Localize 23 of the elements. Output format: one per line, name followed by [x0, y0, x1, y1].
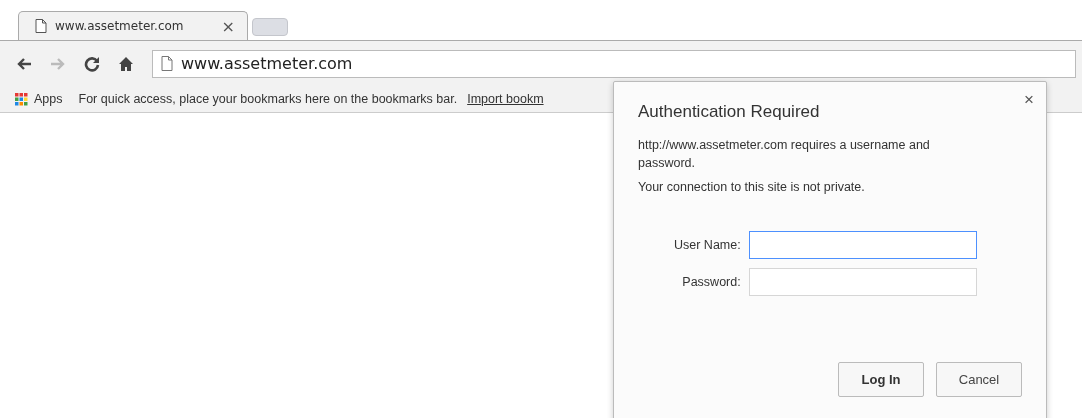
home-icon[interactable] [118, 55, 134, 72]
field-label: User Name: [674, 238, 741, 252]
close-tab-button[interactable]: × [221, 16, 235, 36]
page-icon [161, 56, 173, 71]
import-bookmarks-link[interactable]: Import bookm [467, 92, 544, 106]
cancel-button[interactable]: Cancel [936, 362, 1022, 397]
input-field[interactable] [748, 231, 977, 259]
dialog-message: http://www.assetmeter.com requires a username and password. [638, 137, 931, 172]
close-button[interactable]: × [1024, 90, 1034, 110]
address-bar[interactable]: www.assetmeter.com [152, 49, 1076, 78]
page-icon [35, 19, 47, 33]
apps-grid-icon [15, 92, 28, 106]
tab-title: www.assetmeter.com [55, 19, 185, 33]
login-button[interactable]: Log In [838, 362, 924, 397]
apps-link[interactable]: Apps [34, 92, 63, 106]
forward-icon[interactable] [50, 56, 66, 71]
reload-icon[interactable] [84, 55, 100, 72]
bookmarks-hint: For quick access, place your bookmarks here on the bookmarks bar. [78, 92, 458, 106]
privacy-note: Your connection to this site is not private. [638, 180, 866, 194]
back-icon[interactable] [16, 56, 32, 71]
field-label: Password: [681, 275, 741, 289]
browser-tab[interactable]: www.assetmeter.com × [18, 11, 248, 40]
dialog-title: Authentication Required [638, 102, 821, 122]
